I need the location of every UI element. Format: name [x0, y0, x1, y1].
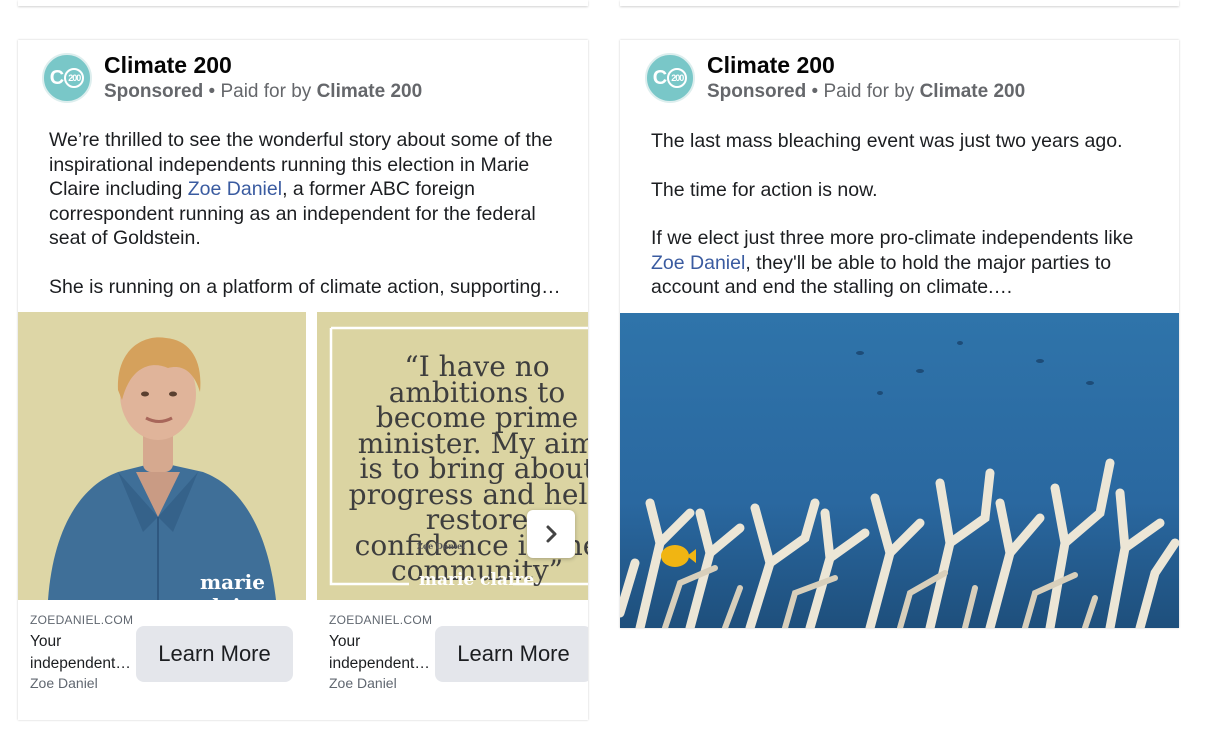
avatar[interactable]: C 200: [645, 53, 695, 103]
bleached-coral-image[interactable]: [620, 313, 1179, 628]
carousel-footer: ZOEDANIEL.COM.AU Your independent… Zoe D…: [18, 600, 306, 720]
ad-header: C 200 Climate 200 Sponsored • Paid for by…: [645, 52, 1165, 108]
paid-for-prefix: Paid for by: [823, 81, 920, 102]
link-description: Zoe Daniel: [329, 675, 397, 691]
ad-paragraph: We’re thrilled to see the wonderful stor…: [49, 128, 564, 251]
carousel-next-button[interactable]: [527, 510, 575, 558]
chevron-right-icon: [546, 525, 557, 543]
paid-by-link[interactable]: Climate 200: [317, 81, 423, 102]
ad-body-text: The last mass bleaching event was just t…: [651, 129, 1156, 324]
carousel-footer: ZOEDANIEL.COM.AU Your independent… Zoe D…: [317, 600, 588, 720]
ad-paragraph: The last mass bleaching event was just t…: [651, 130, 1123, 152]
ad-carousel[interactable]: marie claire ZOEDANIEL.COM.AU Your indep…: [18, 312, 588, 720]
page-name[interactable]: Climate 200: [104, 52, 232, 79]
paid-for-prefix: Paid for by: [220, 81, 317, 102]
sponsored-line: Sponsored • Paid for by Climate 200: [707, 81, 1025, 103]
zoe-daniel-link[interactable]: Zoe Daniel: [188, 178, 282, 200]
separator-dot: •: [806, 81, 824, 102]
page-name[interactable]: Climate 200: [707, 52, 835, 79]
learn-more-button[interactable]: Learn More: [435, 626, 588, 682]
climate200-logo-icon: C 200: [50, 67, 85, 90]
link-domain: ZOEDANIEL.COM.AU: [329, 613, 433, 627]
avatar[interactable]: C 200: [42, 53, 92, 103]
climate200-logo-icon: C 200: [653, 67, 688, 90]
quote-author: Zoe Daniel: [417, 541, 466, 551]
sponsored-label: Sponsored: [707, 81, 807, 102]
portrait-illustration: [18, 312, 306, 600]
paragraph-text: If we elect just three more pro-climate …: [651, 227, 1134, 249]
carousel-image-portrait[interactable]: marie claire: [18, 312, 306, 600]
ad-paragraph: The time for action is now.: [651, 178, 878, 201]
ad-body-text: We’re thrilled to see the wonderful stor…: [49, 128, 564, 323]
marie-claire-watermark: marie claire: [200, 570, 265, 600]
coral-reef-illustration: [620, 313, 1179, 628]
link-headline[interactable]: Your independent…: [329, 631, 430, 675]
ad-paragraph: If we elect just three more pro-climate …: [651, 226, 1156, 300]
ad-header: C 200 Climate 200 Sponsored • Paid for by…: [42, 52, 562, 108]
ad-card-right: C 200 Climate 200 Sponsored • Paid for by…: [620, 40, 1179, 628]
previous-card-edge: [18, 0, 588, 6]
carousel-card[interactable]: marie claire ZOEDANIEL.COM.AU Your indep…: [18, 312, 306, 720]
link-headline[interactable]: Your independent…: [30, 631, 131, 675]
marie-claire-watermark: marie claire: [419, 570, 535, 590]
separator-dot: •: [203, 81, 221, 102]
previous-card-edge: [620, 0, 1179, 6]
sponsored-line: Sponsored • Paid for by Climate 200: [104, 81, 422, 103]
zoe-daniel-link[interactable]: Zoe Daniel: [651, 252, 745, 274]
ad-paragraph: She is running on a platform of climate …: [49, 275, 561, 298]
ad-card-left: C 200 Climate 200 Sponsored • Paid for by…: [18, 40, 588, 720]
learn-more-button[interactable]: Learn More: [136, 626, 293, 682]
link-domain: ZOEDANIEL.COM.AU: [30, 613, 134, 627]
paid-by-link[interactable]: Climate 200: [920, 81, 1026, 102]
link-description: Zoe Daniel: [30, 675, 98, 691]
sponsored-label: Sponsored: [104, 81, 204, 102]
